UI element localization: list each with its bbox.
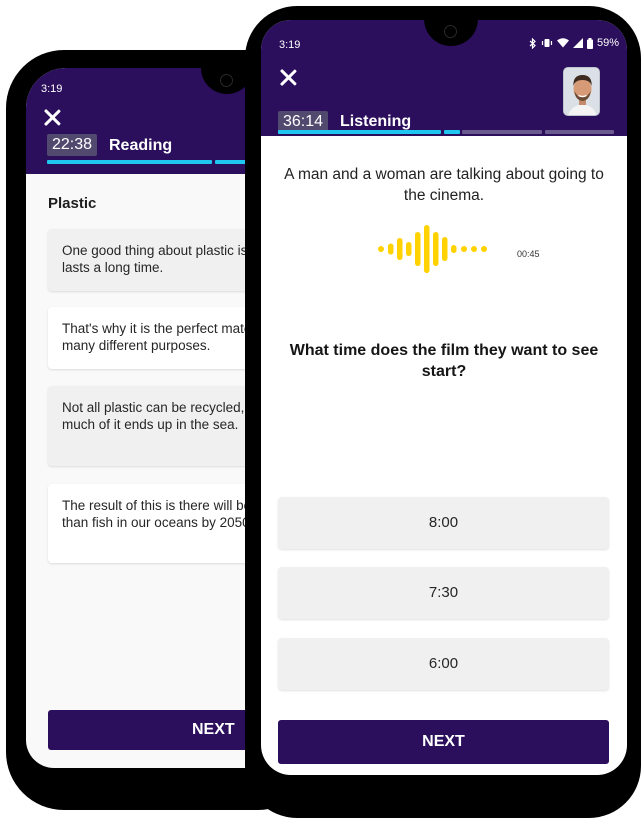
progress-segment: [47, 160, 212, 164]
progress-segment: [278, 130, 441, 134]
battery-icon: [586, 37, 593, 49]
camera-notch: [424, 20, 478, 46]
progress-segment: [545, 130, 614, 134]
progress-segment: [462, 130, 542, 134]
status-time: 3:19: [279, 39, 301, 51]
vibrate-icon: [541, 39, 553, 47]
status-icons: 59%: [529, 37, 619, 49]
phone-listening: 3:19 59% 36:14 Listening A man and a wom…: [245, 6, 641, 818]
signal-icon: [572, 38, 583, 48]
answer-option[interactable]: 8:00: [278, 497, 609, 549]
status-time: 3:19: [41, 83, 63, 95]
section-title: Listening: [340, 113, 412, 130]
answer-option[interactable]: 6:00: [278, 638, 609, 690]
instruction-text: A man and a woman are talking about goin…: [284, 166, 604, 204]
listening-screen: 3:19 59% 36:14 Listening A man and a wom…: [261, 20, 627, 775]
listening-header: 3:19 59% 36:14 Listening: [261, 20, 627, 136]
next-button[interactable]: NEXT: [278, 720, 609, 764]
section-title: Reading: [109, 137, 173, 154]
answer-option[interactable]: 7:30: [278, 567, 609, 619]
reading-timer: 22:38: [47, 134, 98, 156]
battery-percent: 59%: [596, 37, 619, 49]
progress-segment: [444, 130, 460, 134]
audio-duration: 00:45: [517, 249, 540, 259]
wifi-icon: [556, 38, 569, 48]
progress-bar: [278, 130, 614, 134]
question-text: What time does the film they want to see…: [289, 342, 599, 380]
bluetooth-icon: [529, 37, 536, 49]
passage-title: Plastic: [48, 195, 97, 212]
close-icon[interactable]: [43, 108, 61, 126]
avatar[interactable]: [563, 67, 600, 116]
close-icon[interactable]: [279, 68, 297, 86]
